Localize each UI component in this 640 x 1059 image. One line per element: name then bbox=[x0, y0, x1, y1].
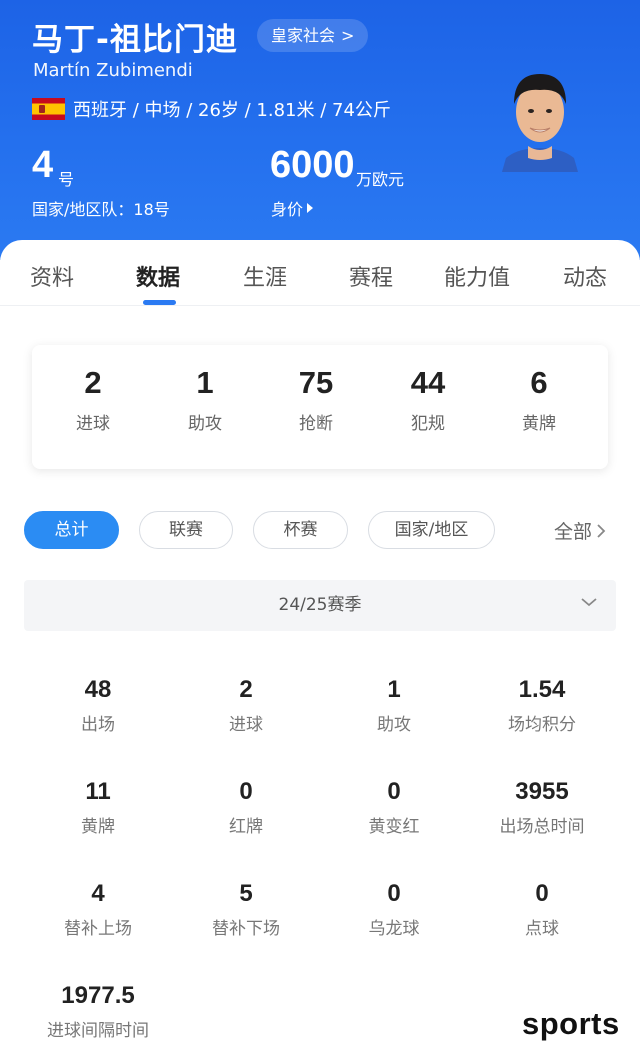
stat-value: 5 bbox=[239, 880, 253, 907]
stat-item: 5 替补下场 bbox=[172, 878, 320, 939]
stat-item: 1 助攻 bbox=[320, 674, 468, 735]
stat-value: 1.54 bbox=[518, 676, 566, 703]
summary-label: 黄牌 bbox=[522, 414, 556, 434]
stat-label: 出场 bbox=[81, 715, 115, 735]
summary-item: 75 抢断 bbox=[261, 365, 371, 434]
stat-item: 0 黄变红 bbox=[320, 776, 468, 837]
filter-total[interactable]: 总计 bbox=[24, 511, 119, 549]
season-selector[interactable]: 24/25赛季 bbox=[24, 580, 616, 631]
player-info-row: 西班牙 / 中场 / 26岁 / 1.81米 / 74公斤 bbox=[32, 96, 391, 122]
summary-card: 2 进球 1 助攻 75 抢断 44 犯规 6 黄牌 bbox=[32, 345, 608, 469]
stat-item: 11 黄牌 bbox=[24, 776, 172, 837]
market-value-label: 身价 bbox=[271, 200, 304, 219]
tab-stats[interactable]: 数据 bbox=[136, 260, 180, 292]
filter-national[interactable]: 国家/地区 bbox=[368, 511, 495, 549]
player-avatar bbox=[502, 74, 578, 172]
stat-value: 2 bbox=[239, 676, 253, 703]
summary-label: 抢断 bbox=[299, 414, 333, 434]
stat-value: 0 bbox=[239, 778, 253, 805]
stat-value: 4 bbox=[91, 880, 105, 907]
summary-item: 1 助攻 bbox=[150, 365, 260, 434]
filter-league[interactable]: 联赛 bbox=[139, 511, 233, 549]
tab-bar: 资料 数据 生涯 赛程 能力值 动态 bbox=[0, 240, 640, 306]
stat-label: 乌龙球 bbox=[368, 919, 420, 939]
stat-value: 3955 bbox=[515, 778, 569, 805]
stat-value: 1 bbox=[387, 676, 401, 703]
all-filters-label: 全部 bbox=[554, 521, 593, 543]
spain-flag-icon bbox=[32, 98, 65, 120]
stat-label: 场均积分 bbox=[508, 715, 576, 735]
all-filters-link[interactable]: 全部 bbox=[554, 517, 606, 544]
summary-value: 6 bbox=[530, 365, 548, 400]
stat-value: 48 bbox=[84, 676, 112, 703]
stat-value: 0 bbox=[387, 880, 401, 907]
stat-item: 2 进球 bbox=[172, 674, 320, 735]
tab-schedule[interactable]: 赛程 bbox=[349, 260, 393, 292]
shirt-number-unit: 号 bbox=[58, 170, 75, 189]
summary-value: 2 bbox=[84, 365, 102, 400]
watermark-logo: sports bbox=[522, 1006, 620, 1041]
national-team-number: 国家/地区队：18号 bbox=[32, 200, 170, 219]
tab-career[interactable]: 生涯 bbox=[243, 260, 287, 292]
tab-profile[interactable]: 资料 bbox=[30, 260, 74, 292]
stat-value: 1977.5 bbox=[61, 982, 135, 1009]
club-label: 皇家社会 bbox=[271, 26, 336, 45]
stat-label: 出场总时间 bbox=[499, 817, 585, 837]
market-value: 6000 bbox=[270, 144, 355, 186]
chevron-right-icon: > bbox=[341, 26, 355, 45]
active-tab-indicator bbox=[143, 300, 176, 305]
summary-item: 6 黄牌 bbox=[484, 365, 594, 434]
stat-value: 0 bbox=[535, 880, 549, 907]
stat-item: 1977.5 进球间隔时间 bbox=[24, 980, 172, 1041]
player-header: 马丁-祖比门迪 皇家社会 > Martín Zubimendi 西班牙 / 中场… bbox=[0, 0, 640, 260]
stat-item: 3955 出场总时间 bbox=[468, 776, 616, 837]
stat-label: 点球 bbox=[525, 919, 559, 939]
stat-value: 0 bbox=[387, 778, 401, 805]
tab-news[interactable]: 动态 bbox=[563, 260, 607, 292]
summary-item: 44 犯规 bbox=[373, 365, 483, 434]
summary-value: 44 bbox=[410, 365, 446, 400]
stat-label: 黄变红 bbox=[368, 817, 420, 837]
chevron-down-icon bbox=[581, 598, 597, 607]
filter-cup[interactable]: 杯赛 bbox=[253, 511, 348, 549]
player-name-cn: 马丁-祖比门迪 bbox=[32, 22, 238, 58]
chevron-right-icon bbox=[597, 523, 606, 538]
stat-label: 进球 bbox=[229, 715, 263, 735]
stat-label: 红牌 bbox=[229, 817, 263, 837]
summary-item: 2 进球 bbox=[38, 365, 148, 434]
tab-ability[interactable]: 能力值 bbox=[444, 260, 510, 292]
stat-label: 助攻 bbox=[377, 715, 411, 735]
stat-label: 黄牌 bbox=[81, 817, 115, 837]
summary-label: 进球 bbox=[76, 414, 110, 434]
summary-label: 犯规 bbox=[411, 414, 445, 434]
shirt-number: 4 bbox=[32, 144, 54, 186]
player-name-en: Martín Zubimendi bbox=[33, 60, 193, 81]
stat-item: 0 乌龙球 bbox=[320, 878, 468, 939]
stat-label: 进球间隔时间 bbox=[47, 1021, 149, 1041]
stat-item: 0 点球 bbox=[468, 878, 616, 939]
summary-value: 75 bbox=[298, 365, 334, 400]
stat-item: 1.54 场均积分 bbox=[468, 674, 616, 735]
player-info: 西班牙 / 中场 / 26岁 / 1.81米 / 74公斤 bbox=[73, 100, 391, 121]
stat-label: 替补上场 bbox=[64, 919, 132, 939]
summary-value: 1 bbox=[196, 365, 214, 400]
stat-item: 4 替补上场 bbox=[24, 878, 172, 939]
stat-item: 48 出场 bbox=[24, 674, 172, 735]
stat-value: 11 bbox=[85, 778, 111, 805]
club-button[interactable]: 皇家社会 > bbox=[257, 19, 369, 52]
market-value-unit: 万欧元 bbox=[356, 170, 405, 189]
stat-label: 替补下场 bbox=[212, 919, 280, 939]
market-value-link[interactable]: 身价 bbox=[271, 196, 314, 220]
stat-item: 0 红牌 bbox=[172, 776, 320, 837]
caret-right-icon bbox=[307, 203, 314, 213]
summary-label: 助攻 bbox=[188, 414, 222, 434]
